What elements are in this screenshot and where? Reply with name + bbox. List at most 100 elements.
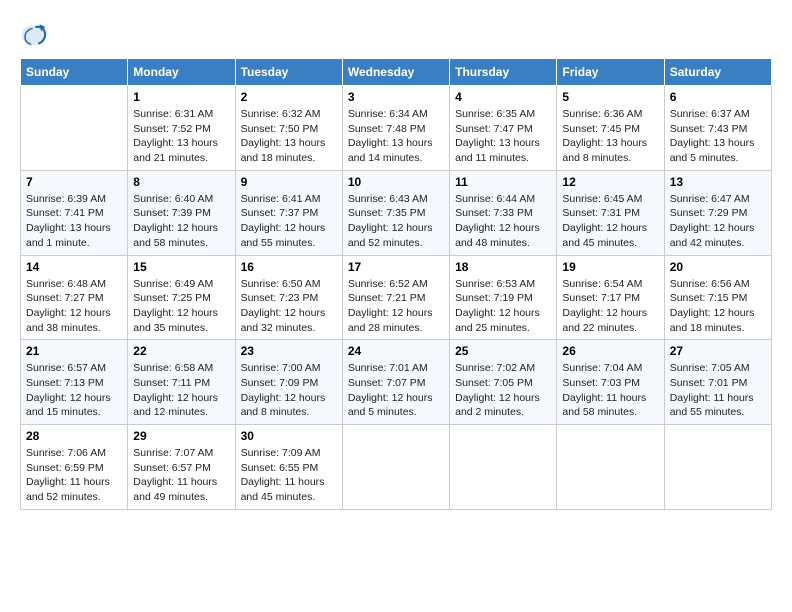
day-detail: Sunrise: 7:04 AM Sunset: 7:03 PM Dayligh… [562, 361, 658, 420]
calendar-cell: 11 Sunrise: 6:44 AM Sunset: 7:33 PM Dayli… [450, 170, 557, 255]
calendar-week-row: 7 Sunrise: 6:39 AM Sunset: 7:41 PM Daylig… [21, 170, 772, 255]
day-detail: Sunrise: 6:40 AM Sunset: 7:39 PM Dayligh… [133, 192, 229, 251]
day-detail: Sunrise: 6:44 AM Sunset: 7:33 PM Dayligh… [455, 192, 551, 251]
calendar-week-row: 1 Sunrise: 6:31 AM Sunset: 7:52 PM Daylig… [21, 86, 772, 171]
day-detail: Sunrise: 6:47 AM Sunset: 7:29 PM Dayligh… [670, 192, 766, 251]
calendar-cell: 18 Sunrise: 6:53 AM Sunset: 7:19 PM Dayli… [450, 255, 557, 340]
calendar-cell: 19Sunrise: 6:54 AM Sunset: 7:17 PM Dayli… [557, 255, 664, 340]
day-detail: Sunrise: 6:52 AM Sunset: 7:21 PM Dayligh… [348, 277, 444, 336]
calendar-cell: 24Sunrise: 7:01 AM Sunset: 7:07 PM Dayli… [342, 340, 449, 425]
day-number: 26 [562, 344, 658, 358]
day-detail: Sunrise: 6:31 AM Sunset: 7:52 PM Dayligh… [133, 107, 229, 166]
day-detail: Sunrise: 7:07 AM Sunset: 6:57 PM Dayligh… [133, 446, 229, 505]
calendar-cell: 23 Sunrise: 7:00 AM Sunset: 7:09 PM Dayli… [235, 340, 342, 425]
day-detail: Sunrise: 7:02 AM Sunset: 7:05 PM Dayligh… [455, 361, 551, 420]
calendar-cell: 5 Sunrise: 6:36 AM Sunset: 7:45 PM Daylig… [557, 86, 664, 171]
day-number: 11 [455, 175, 551, 189]
day-detail: Sunrise: 6:36 AM Sunset: 7:45 PM Dayligh… [562, 107, 658, 166]
day-number: 25 [455, 344, 551, 358]
calendar-cell: 7 Sunrise: 6:39 AM Sunset: 7:41 PM Daylig… [21, 170, 128, 255]
weekday-header-saturday: Saturday [664, 59, 771, 86]
calendar-cell: 17Sunrise: 6:52 AM Sunset: 7:21 PM Dayli… [342, 255, 449, 340]
calendar-cell: 2 Sunrise: 6:32 AM Sunset: 7:50 PM Daylig… [235, 86, 342, 171]
calendar-cell: 8 Sunrise: 6:40 AM Sunset: 7:39 PM Daylig… [128, 170, 235, 255]
calendar-cell: 12 Sunrise: 6:45 AM Sunset: 7:31 PM Dayli… [557, 170, 664, 255]
calendar-cell: 1 Sunrise: 6:31 AM Sunset: 7:52 PM Daylig… [128, 86, 235, 171]
calendar-cell [450, 425, 557, 510]
day-detail: Sunrise: 6:49 AM Sunset: 7:25 PM Dayligh… [133, 277, 229, 336]
logo-icon [20, 20, 48, 48]
calendar-cell: 13 Sunrise: 6:47 AM Sunset: 7:29 PM Dayli… [664, 170, 771, 255]
day-detail: Sunrise: 6:50 AM Sunset: 7:23 PM Dayligh… [241, 277, 337, 336]
day-detail: Sunrise: 6:53 AM Sunset: 7:19 PM Dayligh… [455, 277, 551, 336]
day-detail: Sunrise: 7:05 AM Sunset: 7:01 PM Dayligh… [670, 361, 766, 420]
calendar-cell: 26 Sunrise: 7:04 AM Sunset: 7:03 PM Dayli… [557, 340, 664, 425]
day-detail: Sunrise: 6:34 AM Sunset: 7:48 PM Dayligh… [348, 107, 444, 166]
day-detail: Sunrise: 6:35 AM Sunset: 7:47 PM Dayligh… [455, 107, 551, 166]
day-detail: Sunrise: 6:37 AM Sunset: 7:43 PM Dayligh… [670, 107, 766, 166]
calendar-cell: 3 Sunrise: 6:34 AM Sunset: 7:48 PM Daylig… [342, 86, 449, 171]
calendar-cell: 9 Sunrise: 6:41 AM Sunset: 7:37 PM Daylig… [235, 170, 342, 255]
day-number: 29 [133, 429, 229, 443]
day-number: 8 [133, 175, 229, 189]
day-detail: Sunrise: 6:43 AM Sunset: 7:35 PM Dayligh… [348, 192, 444, 251]
day-number: 12 [562, 175, 658, 189]
calendar-week-row: 14 Sunrise: 6:48 AM Sunset: 7:27 PM Dayli… [21, 255, 772, 340]
day-number: 23 [241, 344, 337, 358]
weekday-header-sunday: Sunday [21, 59, 128, 86]
day-detail: Sunrise: 6:57 AM Sunset: 7:13 PM Dayligh… [26, 361, 122, 420]
day-number: 19 [562, 260, 658, 274]
day-number: 1 [133, 90, 229, 104]
day-number: 15 [133, 260, 229, 274]
day-detail: Sunrise: 7:09 AM Sunset: 6:55 PM Dayligh… [241, 446, 337, 505]
day-number: 22 [133, 344, 229, 358]
day-number: 7 [26, 175, 122, 189]
day-detail: Sunrise: 6:56 AM Sunset: 7:15 PM Dayligh… [670, 277, 766, 336]
day-number: 24 [348, 344, 444, 358]
day-detail: Sunrise: 6:32 AM Sunset: 7:50 PM Dayligh… [241, 107, 337, 166]
page-header [20, 20, 772, 48]
day-number: 6 [670, 90, 766, 104]
day-number: 9 [241, 175, 337, 189]
day-number: 14 [26, 260, 122, 274]
calendar-cell: 27 Sunrise: 7:05 AM Sunset: 7:01 PM Dayli… [664, 340, 771, 425]
day-number: 4 [455, 90, 551, 104]
calendar-cell: 4 Sunrise: 6:35 AM Sunset: 7:47 PM Daylig… [450, 86, 557, 171]
calendar-cell [21, 86, 128, 171]
day-number: 20 [670, 260, 766, 274]
calendar-cell: 29 Sunrise: 7:07 AM Sunset: 6:57 PM Dayli… [128, 425, 235, 510]
calendar-week-row: 21Sunrise: 6:57 AM Sunset: 7:13 PM Dayli… [21, 340, 772, 425]
day-number: 16 [241, 260, 337, 274]
day-number: 18 [455, 260, 551, 274]
day-number: 5 [562, 90, 658, 104]
calendar-cell: 21Sunrise: 6:57 AM Sunset: 7:13 PM Dayli… [21, 340, 128, 425]
day-number: 30 [241, 429, 337, 443]
calendar-cell: 20 Sunrise: 6:56 AM Sunset: 7:15 PM Dayli… [664, 255, 771, 340]
calendar-cell: 14 Sunrise: 6:48 AM Sunset: 7:27 PM Dayli… [21, 255, 128, 340]
weekday-header-row: SundayMondayTuesdayWednesdayThursdayFrid… [21, 59, 772, 86]
day-detail: Sunrise: 6:45 AM Sunset: 7:31 PM Dayligh… [562, 192, 658, 251]
calendar-cell [557, 425, 664, 510]
calendar-cell: 10 Sunrise: 6:43 AM Sunset: 7:35 PM Dayli… [342, 170, 449, 255]
calendar-cell [664, 425, 771, 510]
day-detail: Sunrise: 7:06 AM Sunset: 6:59 PM Dayligh… [26, 446, 122, 505]
calendar-cell: 15 Sunrise: 6:49 AM Sunset: 7:25 PM Dayli… [128, 255, 235, 340]
day-detail: Sunrise: 6:58 AM Sunset: 7:11 PM Dayligh… [133, 361, 229, 420]
day-number: 28 [26, 429, 122, 443]
day-detail: Sunrise: 6:48 AM Sunset: 7:27 PM Dayligh… [26, 277, 122, 336]
calendar-cell: 6 Sunrise: 6:37 AM Sunset: 7:43 PM Daylig… [664, 86, 771, 171]
day-detail: Sunrise: 6:39 AM Sunset: 7:41 PM Dayligh… [26, 192, 122, 251]
weekday-header-tuesday: Tuesday [235, 59, 342, 86]
calendar-cell: 16 Sunrise: 6:50 AM Sunset: 7:23 PM Dayli… [235, 255, 342, 340]
day-number: 3 [348, 90, 444, 104]
day-detail: Sunrise: 6:41 AM Sunset: 7:37 PM Dayligh… [241, 192, 337, 251]
day-number: 13 [670, 175, 766, 189]
calendar-week-row: 28 Sunrise: 7:06 AM Sunset: 6:59 PM Dayli… [21, 425, 772, 510]
weekday-header-wednesday: Wednesday [342, 59, 449, 86]
day-number: 10 [348, 175, 444, 189]
day-detail: Sunrise: 7:00 AM Sunset: 7:09 PM Dayligh… [241, 361, 337, 420]
day-number: 27 [670, 344, 766, 358]
calendar-cell: 22 Sunrise: 6:58 AM Sunset: 7:11 PM Dayli… [128, 340, 235, 425]
weekday-header-thursday: Thursday [450, 59, 557, 86]
day-number: 2 [241, 90, 337, 104]
